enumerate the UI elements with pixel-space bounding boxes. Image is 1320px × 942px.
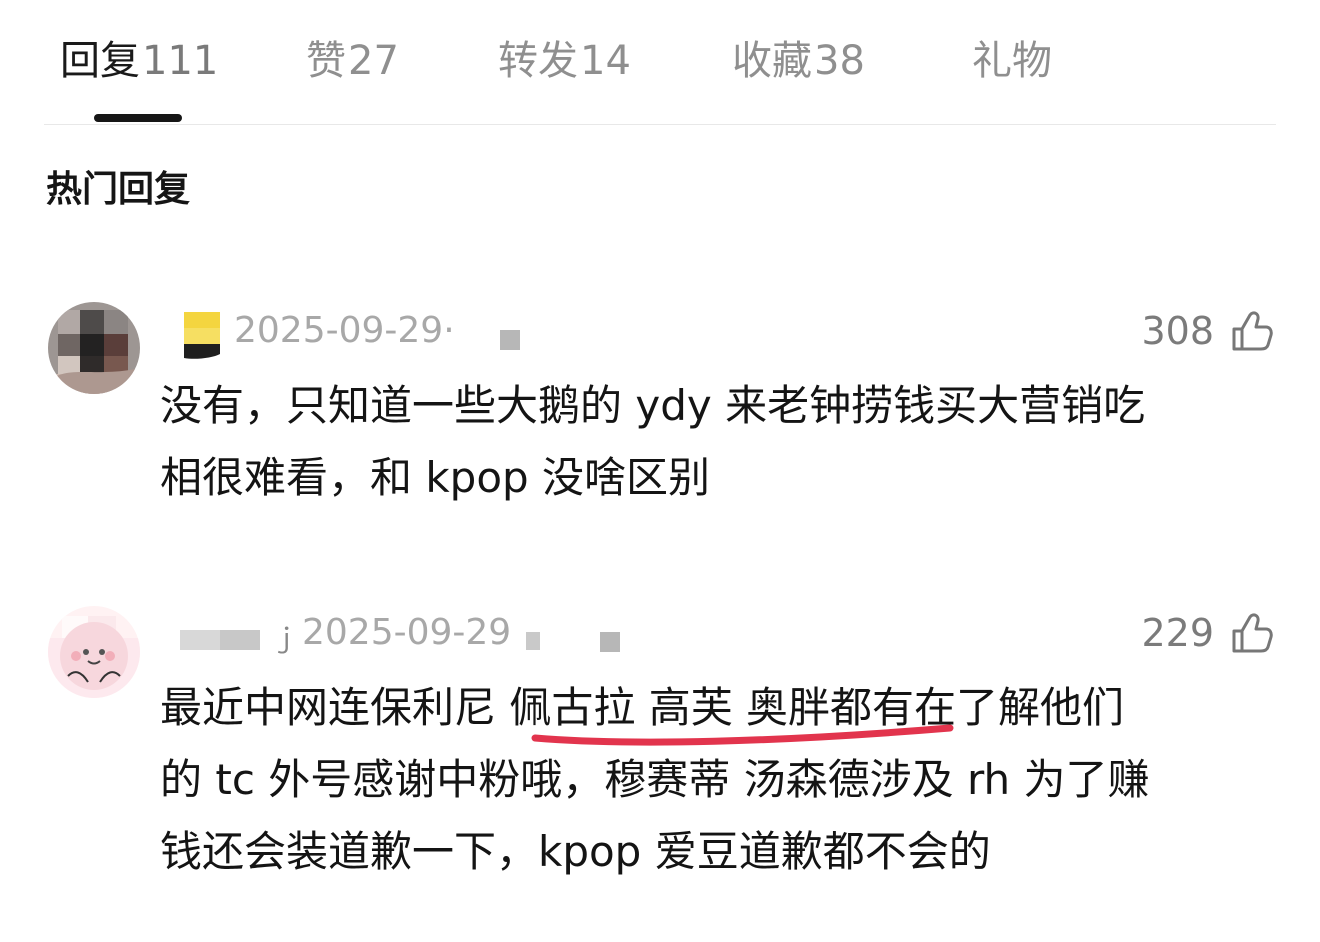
- comment-text: 没有，只知道一些大鹅的 ydy 来老钟捞钱买大营销吃 相很难看，和 kpop 没…: [160, 370, 1270, 514]
- blurred-username-block: [180, 630, 220, 650]
- comment-time: 2025-09-29·: [234, 310, 455, 351]
- thumbs-up-icon: [1232, 311, 1273, 351]
- like-count: 308: [1141, 309, 1214, 353]
- thumbs-up-icon: [1232, 613, 1273, 653]
- tab-replies-label: 回复: [60, 38, 140, 84]
- tab-favorites-label: 收藏: [732, 38, 812, 84]
- tab-reposts[interactable]: 转发14: [498, 34, 631, 88]
- like-button[interactable]: 229: [1141, 606, 1274, 660]
- comment-line: 相很难看，和 kpop 没啥区别: [160, 453, 711, 502]
- avatar[interactable]: [48, 302, 140, 394]
- avatar[interactable]: [48, 606, 140, 698]
- tab-replies[interactable]: 回复111: [60, 34, 218, 88]
- tab-replies-count: 111: [142, 38, 219, 84]
- reply-tabs: 回复111 赞27 转发14 收藏38 礼物: [44, 0, 1276, 125]
- tab-likes[interactable]: 赞27: [306, 34, 399, 88]
- user-badge-icon: [184, 312, 220, 359]
- blurred-avatar-image: [48, 302, 140, 394]
- tab-reposts-label: 转发: [498, 38, 578, 84]
- hot-replies-title: 热门回复: [46, 169, 191, 210]
- tab-favorites-count: 38: [814, 38, 865, 84]
- comment-time: 2025-09-29: [302, 612, 512, 653]
- comment-line: 没有，只知道一些大鹅的 ydy 来老钟捞钱买大营销吃: [160, 381, 1146, 430]
- tab-likes-count: 27: [348, 38, 399, 84]
- blurred-username-block: [220, 630, 260, 650]
- tab-likes-label: 赞: [306, 38, 346, 84]
- red-underline-annotation: [531, 724, 954, 746]
- tab-gifts[interactable]: 礼物: [972, 34, 1052, 88]
- blurred-avatar-image: [48, 606, 140, 698]
- tab-gifts-label: 礼物: [972, 38, 1052, 84]
- tab-reposts-count: 14: [580, 38, 631, 84]
- blurred-username-icon: [526, 632, 540, 650]
- like-count: 229: [1141, 611, 1214, 655]
- like-button[interactable]: 308: [1141, 304, 1274, 358]
- active-tab-indicator: [94, 114, 182, 122]
- comment-line: 钱还会装道歉一下，kpop 爱豆道歉都不会的: [160, 827, 991, 876]
- comment-text: 最近中网连保利尼 佩古拉 高芙 奥胖都有在了解他们 的 tc 外号感谢中粉哦，穆…: [160, 672, 1270, 888]
- blurred-username-icon: [500, 330, 520, 350]
- blurred-username-icon: [600, 632, 620, 652]
- username-fragment-icon: ｊ: [272, 624, 299, 654]
- tab-favorites[interactable]: 收藏38: [732, 34, 865, 88]
- comment-line: 的 tc 外号感谢中粉哦，穆赛蒂 汤森德涉及 rh 为了赚: [160, 755, 1150, 804]
